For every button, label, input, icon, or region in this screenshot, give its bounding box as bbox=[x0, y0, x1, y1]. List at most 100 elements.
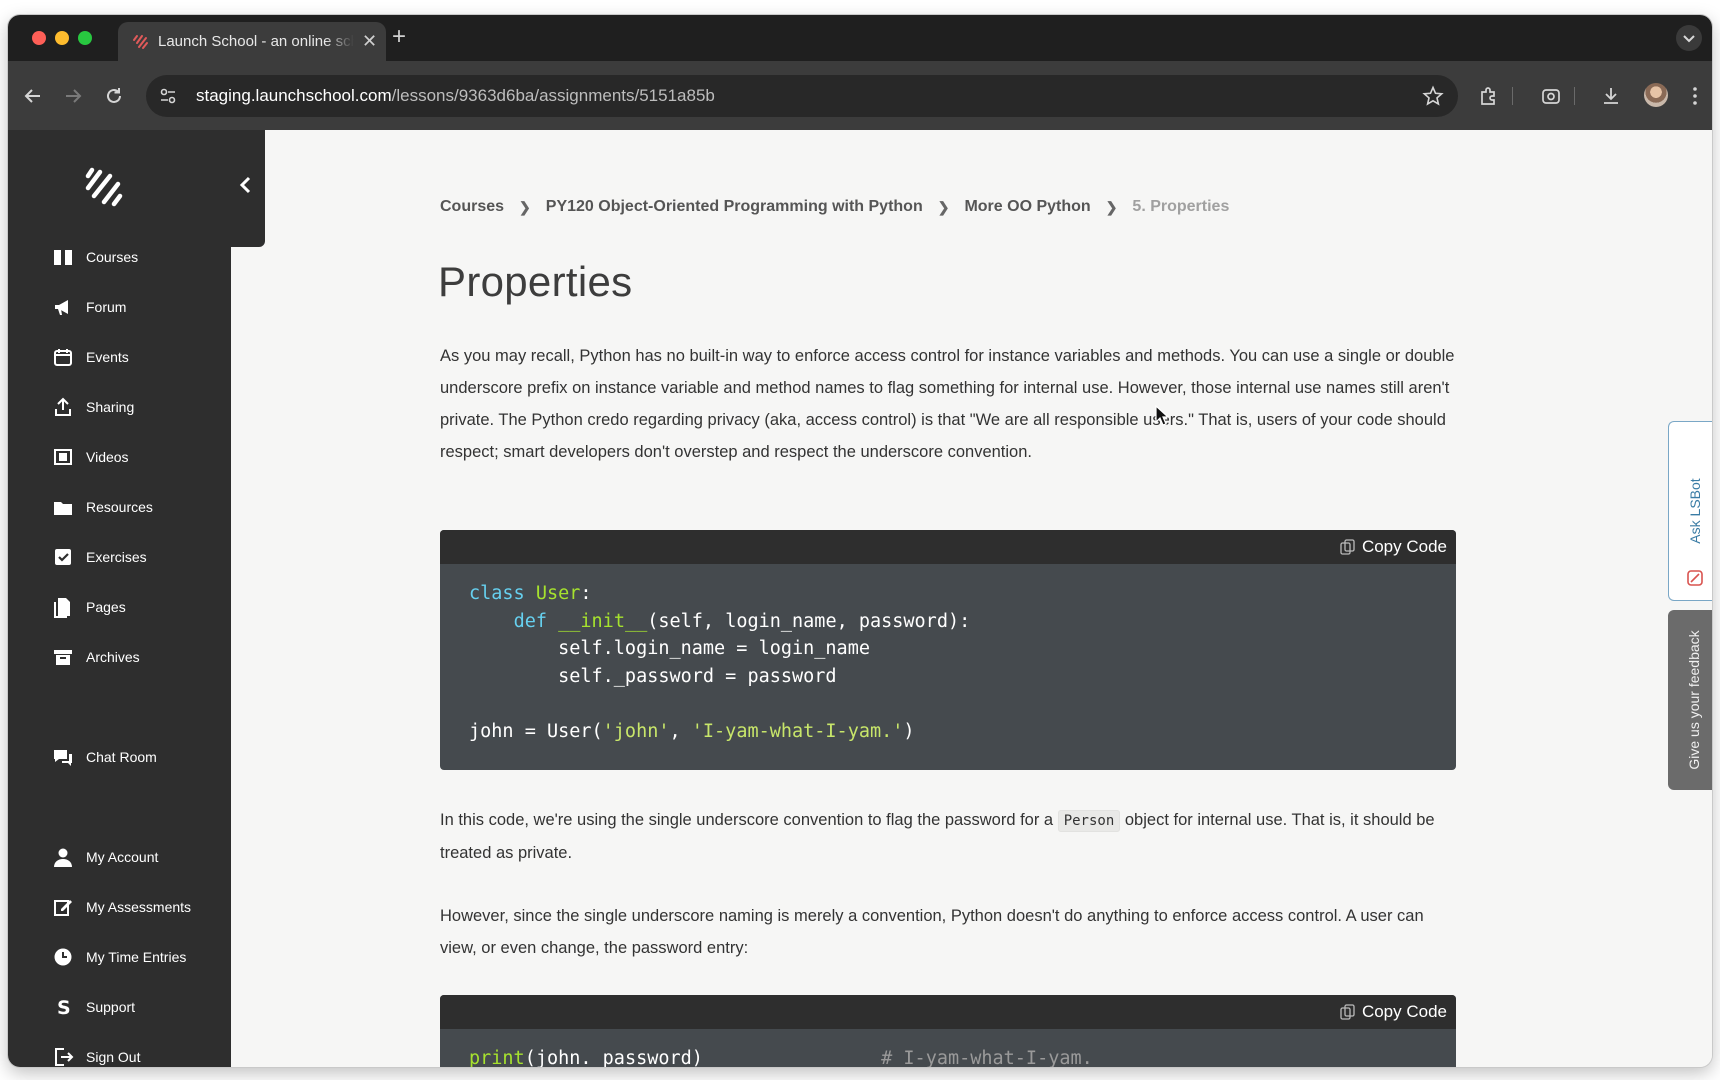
megaphone-icon bbox=[55, 300, 68, 315]
chevron-right-icon: ❯ bbox=[1105, 198, 1118, 215]
reload-icon[interactable] bbox=[103, 85, 125, 107]
sidebar-item-courses[interactable]: Courses bbox=[52, 244, 138, 270]
tab-search-button[interactable] bbox=[1676, 25, 1702, 51]
sidebar-item-label: My Assessments bbox=[86, 899, 192, 915]
browser-window: Launch School - an online school for Sof… bbox=[8, 15, 1712, 1067]
mouse-cursor-icon bbox=[1155, 405, 1169, 426]
more-menu-icon[interactable] bbox=[1684, 85, 1706, 107]
minimize-window-button[interactable] bbox=[55, 31, 69, 45]
share-upload-icon bbox=[55, 397, 71, 416]
copy-code-button[interactable]: Copy Code bbox=[1340, 537, 1447, 557]
film-icon bbox=[54, 449, 72, 465]
edit-icon bbox=[54, 900, 72, 916]
ask-lsbot-tab[interactable]: Ask LSBot bbox=[1668, 421, 1712, 601]
new-tab-button[interactable]: + bbox=[392, 25, 406, 49]
sidebar-item-label: Support bbox=[86, 999, 136, 1015]
back-arrow-icon[interactable] bbox=[22, 85, 44, 107]
bookmark-star-icon[interactable] bbox=[1422, 85, 1444, 107]
breadcrumb: Courses ❯ PY120 Object-Oriented Programm… bbox=[440, 198, 1229, 216]
profile-avatar[interactable] bbox=[1644, 83, 1668, 107]
breadcrumb-courses[interactable]: Courses bbox=[440, 198, 504, 216]
maximize-window-button[interactable] bbox=[78, 31, 92, 45]
sidebar: Courses Forum Events Sharing Videos Resources… bbox=[8, 130, 265, 1067]
explanation-paragraph: In this code, we're using the single und… bbox=[440, 804, 1460, 869]
forward-arrow-icon[interactable] bbox=[62, 85, 84, 107]
sidebar-item-chat-room[interactable]: Chat Room bbox=[52, 744, 157, 770]
launch-school-logo-icon[interactable] bbox=[78, 164, 126, 212]
code-token: 'john' bbox=[602, 720, 670, 742]
breadcrumb-course[interactable]: PY120 Object-Oriented Programming with P… bbox=[546, 198, 923, 216]
code-token: ) bbox=[903, 720, 915, 742]
feedback-label: Give us your feedback bbox=[1686, 630, 1702, 770]
intro-paragraph: As you may recall, Python has no built-i… bbox=[440, 347, 1455, 461]
sidebar-item-support[interactable]: S Support bbox=[52, 994, 135, 1020]
support-s-icon: S bbox=[57, 997, 71, 1018]
code-token: def bbox=[513, 610, 547, 632]
sidebar-item-my-account[interactable]: My Account bbox=[52, 844, 158, 870]
breadcrumb-current: 5. Properties bbox=[1132, 198, 1230, 215]
code-token: : bbox=[580, 583, 592, 604]
download-icon[interactable] bbox=[1600, 85, 1622, 107]
sidebar-item-sharing[interactable]: Sharing bbox=[52, 394, 134, 420]
sidebar-item-label: Sign Out bbox=[86, 1049, 141, 1065]
chevron-right-icon: ❯ bbox=[937, 198, 950, 215]
copy-icon bbox=[1340, 539, 1355, 555]
sidebar-item-label: My Account bbox=[86, 849, 159, 865]
url-host: staging.launchschool.com bbox=[196, 86, 392, 105]
sidebar-item-sign-out[interactable]: Sign Out bbox=[52, 1044, 140, 1067]
lsbot-logo-icon bbox=[1687, 570, 1703, 586]
browser-tab[interactable]: Launch School - an online school for Sof… bbox=[118, 22, 386, 61]
site-info-icon[interactable] bbox=[158, 86, 178, 106]
sidebar-item-archives[interactable]: Archives bbox=[52, 644, 140, 670]
sidebar-item-label: Forum bbox=[86, 299, 127, 315]
inline-code-person: Person bbox=[1057, 810, 1121, 832]
launch-school-favicon-icon bbox=[133, 35, 148, 49]
folder-icon bbox=[54, 502, 72, 515]
browser-toolbar: staging.launchschool.com/lessons/9363d6b… bbox=[8, 61, 1712, 130]
sidebar-item-label: Chat Room bbox=[86, 749, 157, 765]
paragraph-text: In this code, we're using the single und… bbox=[440, 811, 1054, 829]
tab-title: Launch School - an online school for Sof… bbox=[158, 33, 354, 50]
code-token: class bbox=[469, 583, 525, 604]
checkbox-icon bbox=[55, 549, 71, 565]
sidebar-item-events[interactable]: Events bbox=[52, 344, 129, 370]
sidebar-item-videos[interactable]: Videos bbox=[52, 444, 129, 470]
sidebar-header bbox=[8, 130, 265, 247]
page-title: Properties bbox=[438, 258, 633, 305]
feedback-tab[interactable]: Give us your feedback bbox=[1668, 610, 1712, 790]
sidebar-item-label: Pages bbox=[86, 599, 126, 615]
code-token: # I-yam-what-I-yam. bbox=[881, 1048, 1093, 1067]
toolbar-separator bbox=[1512, 87, 1513, 105]
copy-code-button[interactable]: Copy Code bbox=[1340, 1002, 1447, 1022]
sign-out-icon bbox=[55, 1048, 74, 1066]
sidebar-item-label: Events bbox=[86, 349, 129, 365]
copy-icon bbox=[1340, 1004, 1355, 1020]
code-token: , bbox=[669, 720, 692, 742]
tab-strip: Launch School - an online school for Sof… bbox=[8, 15, 1712, 61]
breadcrumb-lesson[interactable]: More OO Python bbox=[964, 198, 1090, 216]
extensions-puzzle-icon[interactable] bbox=[1478, 85, 1500, 107]
sidebar-item-exercises[interactable]: Exercises bbox=[52, 544, 147, 570]
sidebar-item-my-time-entries[interactable]: My Time Entries bbox=[52, 944, 186, 970]
sidebar-item-forum[interactable]: Forum bbox=[52, 294, 126, 320]
sidebar-item-label: Courses bbox=[86, 249, 139, 265]
svg-text:S: S bbox=[57, 997, 71, 1018]
close-window-button[interactable] bbox=[32, 31, 46, 45]
sidebar-item-pages[interactable]: Pages bbox=[52, 594, 126, 620]
copy-code-label: Copy Code bbox=[1361, 1002, 1447, 1021]
sidebar-item-resources[interactable]: Resources bbox=[52, 494, 153, 520]
tab-close-icon[interactable]: ✕ bbox=[362, 31, 377, 51]
sidebar-item-label: Videos bbox=[86, 449, 129, 465]
sidebar-item-my-assessments[interactable]: My Assessments bbox=[52, 894, 191, 920]
sidebar-item-label: Sharing bbox=[86, 399, 135, 415]
address-bar[interactable]: staging.launchschool.com/lessons/9363d6b… bbox=[146, 75, 1458, 117]
code-block-2: Copy Code print(john._password) # I-yam-… bbox=[440, 995, 1456, 1067]
code-block-1: Copy Code class User: def __init__(self,… bbox=[440, 530, 1456, 770]
clock-icon bbox=[54, 948, 72, 966]
code-token: 'I-yam-what-I-yam.' bbox=[691, 720, 904, 742]
screenshot-lens-icon[interactable] bbox=[1540, 85, 1562, 107]
collapse-sidebar-icon[interactable] bbox=[237, 176, 255, 194]
code-token: john = User( bbox=[469, 720, 603, 742]
